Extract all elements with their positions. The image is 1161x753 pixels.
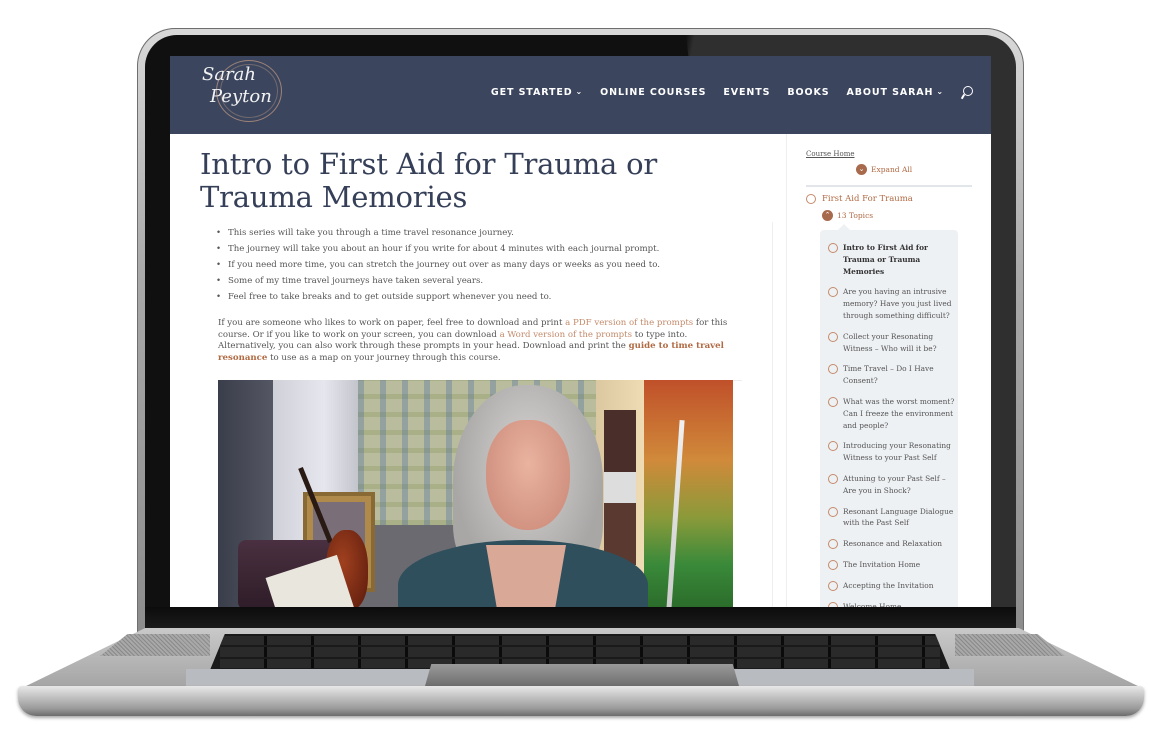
nav-label: EVENTS: [723, 87, 771, 98]
nav-label: BOOKS: [787, 87, 830, 98]
chevron-down-icon: ⌄: [936, 87, 944, 96]
page-title: Intro to First Aid for Trauma or Trauma …: [200, 147, 658, 214]
expand-all-label: Expand All: [871, 165, 913, 174]
incomplete-status-icon: [828, 559, 838, 570]
bullet-item: If you need more time, you can stretch t…: [216, 257, 660, 273]
sidebar-rule: [806, 185, 972, 187]
nav-label: ONLINE COURSES: [600, 87, 707, 98]
site-header: Sarah Peyton GET STARTED ⌄ ONLINE COURSE…: [170, 56, 991, 134]
topic-label: Accepting the Invitation: [843, 580, 934, 590]
topic-label: Introducing your Resonating Witness to y…: [843, 441, 951, 463]
incomplete-status-icon: [806, 194, 816, 204]
sidebar-divider: [786, 134, 787, 607]
video-scene: [604, 410, 636, 565]
incomplete-status-icon: [828, 506, 838, 517]
bullet-item: Some of my time travel journeys have tak…: [216, 273, 660, 289]
incomplete-status-icon: [828, 287, 838, 298]
downloads-paragraph: If you are someone who likes to work on …: [218, 318, 738, 364]
topic-item[interactable]: Accepting the Invitation: [828, 580, 956, 592]
video-scene: [644, 380, 733, 607]
keyboard-row: [220, 647, 940, 657]
topic-item[interactable]: Attuning to your Past Self – Are you in …: [828, 473, 956, 497]
incomplete-status-icon: [828, 364, 838, 375]
topic-label: Resonant Language Dialogue with the Past…: [843, 506, 954, 528]
speaker-grille-right: [955, 634, 1065, 656]
video-presenter: [486, 420, 570, 530]
para-text: If you are someone who likes to work on …: [218, 318, 566, 328]
nav-online-courses[interactable]: ONLINE COURSES: [600, 87, 706, 98]
incomplete-status-icon: [828, 396, 838, 407]
topic-label: Collect your Resonating Witness – Who wi…: [843, 331, 937, 353]
topic-item[interactable]: Introducing your Resonating Witness to y…: [828, 440, 956, 464]
topics-toggle[interactable]: ⌃ 13 Topics: [822, 210, 873, 221]
incomplete-status-icon: [828, 473, 838, 484]
topic-label: Attuning to your Past Self – Are you in …: [843, 473, 946, 495]
video-presenter: [486, 545, 566, 607]
chevron-down-icon: ⌄: [856, 164, 867, 175]
incomplete-status-icon: [828, 243, 838, 253]
content-column-divider: [772, 222, 773, 607]
topic-item[interactable]: Intro to First Aid for Trauma or Trauma …: [828, 242, 956, 277]
topic-label: Are you having an intrusive memory? Have…: [843, 287, 952, 320]
nav-about-sarah[interactable]: ABOUT SARAH ⌄: [847, 87, 945, 98]
topic-item[interactable]: Are you having an intrusive memory? Have…: [828, 286, 956, 321]
topic-item[interactable]: Resonant Language Dialogue with the Past…: [828, 506, 956, 530]
browser-screen: Sarah Peyton GET STARTED ⌄ ONLINE COURSE…: [170, 56, 991, 607]
incomplete-status-icon: [828, 331, 838, 342]
incomplete-status-icon: [828, 539, 838, 550]
nav-get-started[interactable]: GET STARTED ⌄: [491, 87, 583, 98]
nav-label: GET STARTED: [490, 87, 573, 98]
nav-books[interactable]: BOOKS: [787, 87, 829, 98]
speaker-grille-left: [100, 634, 210, 656]
para-text: to use as a map on your journey through …: [267, 352, 501, 363]
topic-item[interactable]: The Invitation Home: [828, 559, 956, 571]
keyboard-row: [220, 636, 940, 646]
topic-label: What was the worst moment? Can I freeze …: [843, 396, 955, 430]
nav-label: ABOUT SARAH: [846, 87, 934, 98]
main-content: Intro to First Aid for Trauma or Trauma …: [170, 134, 791, 607]
logo-line-2: Peyton: [210, 86, 272, 107]
topic-item[interactable]: Collect your Resonating Witness – Who wi…: [828, 331, 956, 355]
word-prompts-link[interactable]: a Word version of the prompts: [500, 330, 632, 340]
topics-list: Intro to First Aid for Trauma or Trauma …: [820, 224, 958, 607]
logo-text: Sarah Peyton: [202, 64, 272, 108]
search-icon[interactable]: [961, 86, 973, 99]
pdf-prompts-link[interactable]: a PDF version of the prompts: [565, 318, 693, 328]
chevron-down-icon: ⌄: [575, 87, 584, 96]
topic-label: Intro to First Aid for Trauma or Trauma …: [843, 243, 928, 276]
course-home-link[interactable]: Course Home: [806, 150, 854, 158]
topic-label: The Invitation Home: [843, 559, 921, 569]
intro-bullet-list: This series will take you through a time…: [216, 225, 660, 305]
incomplete-status-icon: [828, 441, 838, 452]
expand-all-button[interactable]: ⌄ Expand All: [856, 164, 912, 175]
topic-label: Resonance and Relaxation: [843, 539, 943, 549]
bullet-item: This series will take you through a time…: [216, 225, 660, 241]
lesson-title: First Aid For Trauma: [822, 194, 913, 204]
laptop-base-front: [18, 686, 1144, 716]
chevron-up-icon: ⌃: [822, 210, 833, 221]
lesson-video[interactable]: [218, 380, 733, 607]
nav-events[interactable]: EVENTS: [723, 87, 770, 98]
topic-item[interactable]: What was the worst moment? Can I freeze …: [828, 396, 956, 431]
bullet-item: The journey will take you about an hour …: [216, 241, 660, 257]
topics-count-label: 13 Topics: [837, 211, 874, 220]
course-sidebar: Course Home ⌄ Expand All First Aid For T…: [806, 134, 976, 607]
laptop-trackpad: [425, 664, 739, 686]
incomplete-status-icon: [828, 580, 838, 591]
lesson-first-aid-for-trauma[interactable]: First Aid For Trauma: [806, 194, 913, 204]
main-nav: GET STARTED ⌄ ONLINE COURSES EVENTS BOOK…: [491, 86, 973, 99]
logo-line-1: Sarah: [202, 64, 256, 85]
topic-label: Time Travel – Do I Have Consent?: [843, 364, 934, 386]
topic-item[interactable]: Resonance and Relaxation: [828, 538, 956, 550]
site-logo[interactable]: Sarah Peyton: [198, 58, 284, 128]
topic-item[interactable]: Time Travel – Do I Have Consent?: [828, 363, 956, 387]
bullet-item: Feel free to take breaks and to get outs…: [216, 289, 660, 305]
